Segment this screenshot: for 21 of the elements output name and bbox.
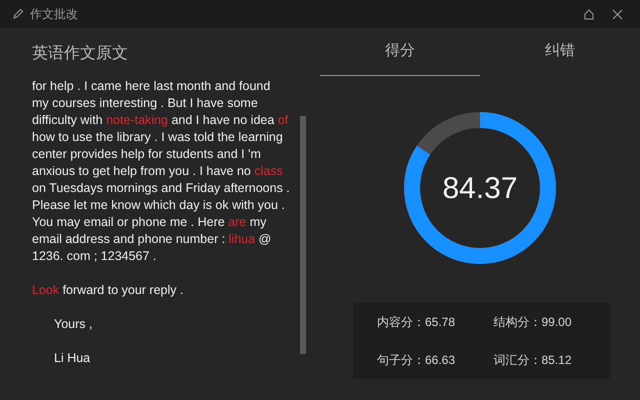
pencil-icon xyxy=(12,8,24,20)
scrollbar[interactable] xyxy=(300,116,306,354)
essay-paragraph: for help . I came here last month and found my courses interesting . But I have some difficulty with note-taking and I have no idea of how to use the library . I was told the learning center provides help for students and I 'm anxious to get help from you . I have no class on Tuesdays mornings and Friday afternoons . Please let me know which day is ok with you . You may email or phone me . Here are my email address and phone number : lihua @ 1236. com ; 1234567 . xyxy=(32,78,290,265)
tab[interactable]: 得分 xyxy=(320,28,480,76)
subscore-label: 结构分： xyxy=(494,314,542,331)
tab[interactable]: 纠错 xyxy=(480,28,640,76)
essay-paragraph: Look forward to your reply . xyxy=(32,282,184,299)
subscore-value: 66.63 xyxy=(425,352,456,369)
letter-closing: Yours , xyxy=(53,316,92,333)
subscore-label: 词汇分： xyxy=(494,352,542,369)
subscore-value: 65.78 xyxy=(425,314,456,331)
subscore-label: 句子分： xyxy=(377,352,425,369)
close-icon xyxy=(612,8,622,20)
home-icon xyxy=(583,8,595,20)
score-value: 84.37 xyxy=(442,170,518,206)
letter-closing: Li Hua xyxy=(53,350,90,367)
window-title: 作文批改 xyxy=(30,6,79,23)
subscore-value: 99.00 xyxy=(542,314,572,331)
subscore-value: 85.12 xyxy=(542,352,572,369)
essay-heading: 英语作文原文 xyxy=(32,44,129,64)
subscore-label: 内容分： xyxy=(377,314,425,331)
